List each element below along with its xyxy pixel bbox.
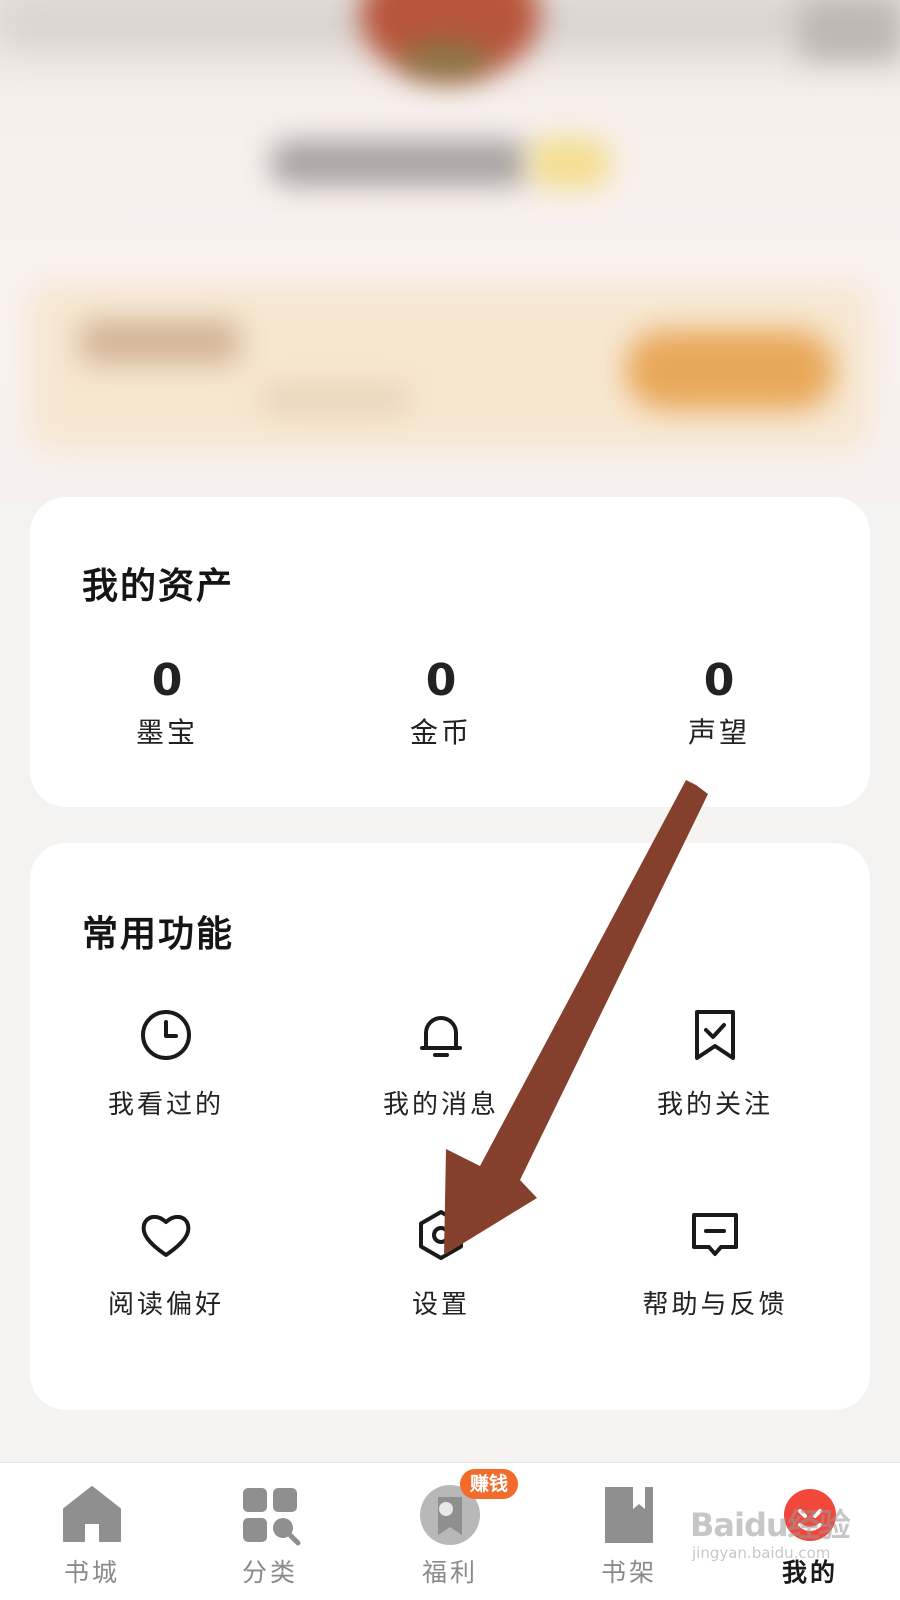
func-label: 我看过的 (107, 1090, 224, 1120)
bookmark-check-icon (686, 1006, 744, 1064)
earn-badge: 赚钱 (460, 1469, 519, 1499)
vip-title-blurred (80, 320, 240, 364)
tab-label: 福利 (421, 1558, 478, 1587)
baidu-watermark: Baidu经验 jingyan.baidu.com (690, 1500, 860, 1590)
heart-icon (137, 1206, 195, 1264)
func-messages[interactable]: 我的消息 (321, 1006, 561, 1121)
asset-value: 0 (151, 655, 183, 706)
settings-hex-icon (412, 1206, 470, 1264)
avatar-detail (400, 40, 490, 80)
tab-category[interactable]: 分类 (195, 1463, 345, 1600)
func-label: 我的关注 (656, 1090, 773, 1120)
bell-icon (412, 1006, 470, 1064)
tab-label: 分类 (241, 1558, 298, 1587)
func-following[interactable]: 我的关注 (595, 1006, 835, 1121)
username-blurred (270, 140, 530, 186)
assets-title: 我的资产 (82, 565, 235, 607)
func-label: 阅读偏好 (107, 1290, 224, 1320)
vip-button-blurred[interactable] (625, 330, 835, 410)
func-label: 我的消息 (382, 1090, 499, 1120)
level-badge-blurred (530, 138, 610, 188)
clock-icon (137, 1006, 195, 1064)
vip-subtitle-blurred (260, 385, 410, 413)
watermark-logo: Baidu经验 (690, 1506, 851, 1544)
func-label: 帮助与反馈 (642, 1290, 788, 1320)
asset-label: 金币 (409, 716, 472, 749)
asset-value: 0 (425, 655, 457, 706)
tab-bookshelf[interactable]: 书架 (554, 1463, 704, 1600)
header-corner-blurred (800, 0, 900, 60)
func-label: 设置 (411, 1290, 470, 1320)
asset-coins[interactable]: 0 金币 (341, 655, 541, 751)
func-settings[interactable]: 设置 (321, 1206, 561, 1321)
asset-label: 墨宝 (135, 716, 198, 749)
func-reading-preference[interactable]: 阅读偏好 (46, 1206, 286, 1321)
tab-label: 书城 (63, 1558, 120, 1587)
asset-value: 0 (703, 655, 735, 706)
home-icon (60, 1483, 124, 1547)
asset-reputation[interactable]: 0 声望 (619, 655, 819, 751)
tab-label: 书架 (600, 1558, 657, 1587)
category-grid-icon (238, 1483, 302, 1547)
func-help-feedback[interactable]: 帮助与反馈 (595, 1206, 835, 1321)
asset-mobao[interactable]: 0 墨宝 (67, 655, 267, 751)
functions-title: 常用功能 (82, 913, 235, 955)
assets-card: 我的资产 0 墨宝 0 金币 0 声望 (30, 497, 870, 807)
func-history[interactable]: 我看过的 (46, 1006, 286, 1121)
profile-header-blurred (0, 0, 900, 505)
asset-label: 声望 (687, 716, 750, 749)
watermark-url: jingyan.baidu.com (692, 1544, 831, 1562)
feedback-message-icon (686, 1206, 744, 1264)
tab-bookstore[interactable]: 书城 (17, 1463, 167, 1600)
functions-card: 常用功能 我看过的 我的消息 我的关注 阅读偏好 设置 帮助与反馈 (30, 843, 870, 1410)
bookshelf-icon (597, 1483, 661, 1547)
